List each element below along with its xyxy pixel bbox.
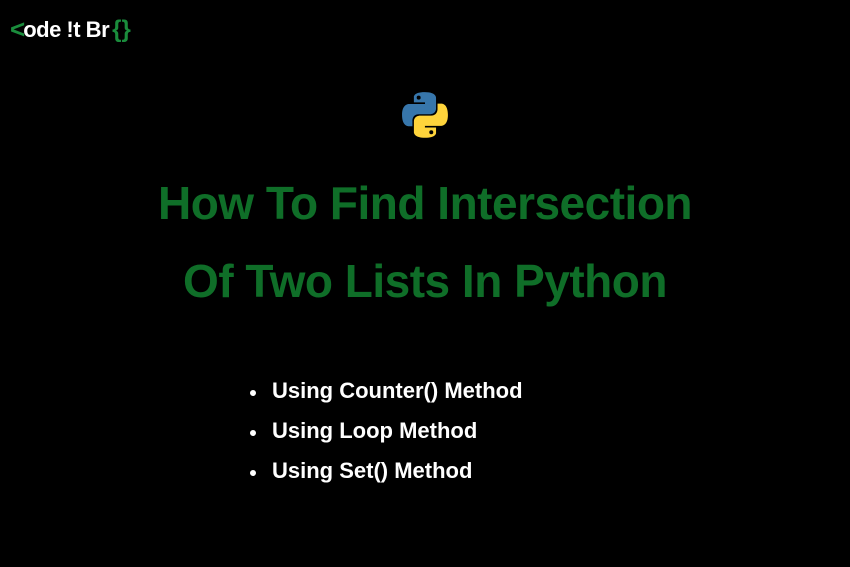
site-logo: < ode !t Br {} <box>10 14 131 45</box>
logo-braces-icon: {} <box>112 16 131 44</box>
title-line-2: Of Two Lists In Python <box>0 242 850 320</box>
logo-text: ode !t Br <box>23 17 109 43</box>
list-item: Using Set() Method <box>268 458 523 484</box>
list-item: Using Counter() Method <box>268 378 523 404</box>
title-line-1: How To Find Intersection <box>0 164 850 242</box>
methods-list: Using Counter() Method Using Loop Method… <box>268 378 523 498</box>
python-logo-icon <box>402 92 448 143</box>
page-title: How To Find Intersection Of Two Lists In… <box>0 164 850 320</box>
list-item: Using Loop Method <box>268 418 523 444</box>
